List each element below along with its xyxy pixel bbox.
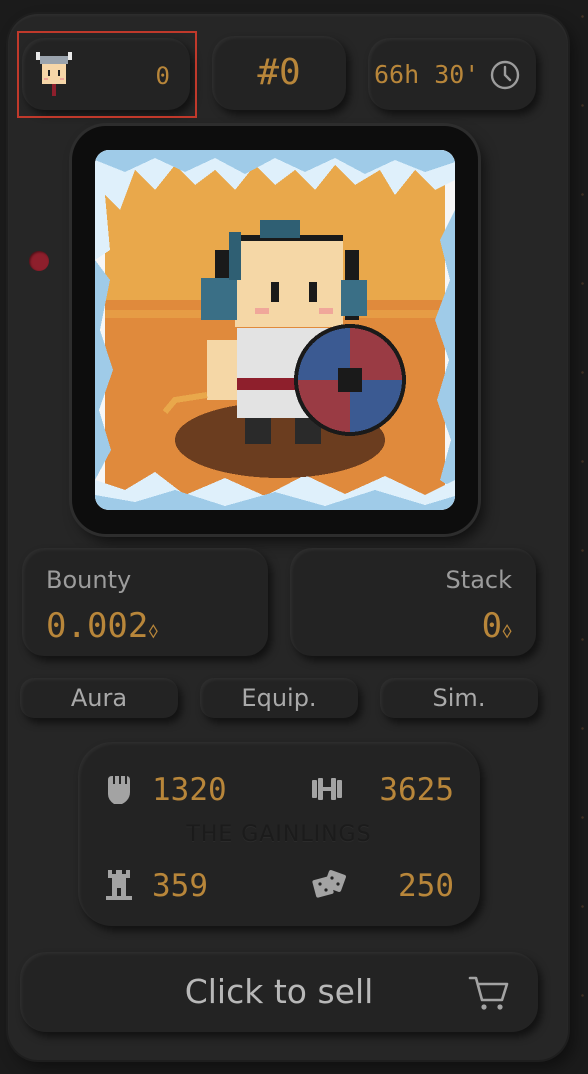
strength-value: 1320 — [152, 772, 227, 808]
tab-equip[interactable]: Equip. — [200, 678, 358, 718]
defense-value: 359 — [152, 868, 208, 904]
rank-value: #0 — [257, 52, 301, 93]
timer-badge: 66h 30' — [368, 38, 536, 110]
stack-amount: 0 — [481, 606, 503, 646]
bounty-amount: 0.002 — [46, 606, 149, 646]
dumbbell-icon — [312, 778, 342, 800]
status-dot — [29, 251, 49, 271]
tower-icon — [106, 870, 132, 900]
bounty-panel: Bounty 0.002⬨ — [22, 548, 268, 656]
time-left: 66h 30' — [374, 60, 480, 89]
eth-icon: ⬨ — [148, 618, 159, 643]
dice-icon — [312, 870, 346, 898]
clock-icon — [490, 60, 520, 90]
tab-sim[interactable]: Sim. — [380, 678, 538, 718]
stack-value: 0⬨ — [482, 606, 512, 646]
stack-panel: Stack 0⬨ — [290, 548, 536, 656]
bounty-value: 0.002⬨ — [46, 606, 158, 646]
rank-badge: #0 — [212, 36, 346, 110]
fist-icon — [108, 776, 130, 804]
stack-label: Stack — [445, 566, 512, 594]
sell-button[interactable]: Click to sell — [20, 952, 538, 1032]
bounty-label: Bounty — [46, 566, 132, 594]
stats-panel: 1320 3625 THE GAINLINGS 359 250 — [78, 742, 480, 926]
selection-highlight — [17, 31, 197, 118]
luck-value: 250 — [398, 868, 454, 904]
cart-icon — [468, 976, 509, 1010]
eth-icon: ⬨ — [502, 618, 512, 643]
fitness-value: 3625 — [379, 772, 454, 808]
team-name: THE GAINLINGS — [186, 822, 372, 847]
character-artwork — [95, 150, 455, 510]
sell-label: Click to sell — [184, 972, 374, 1011]
tab-aura[interactable]: Aura — [20, 678, 178, 718]
